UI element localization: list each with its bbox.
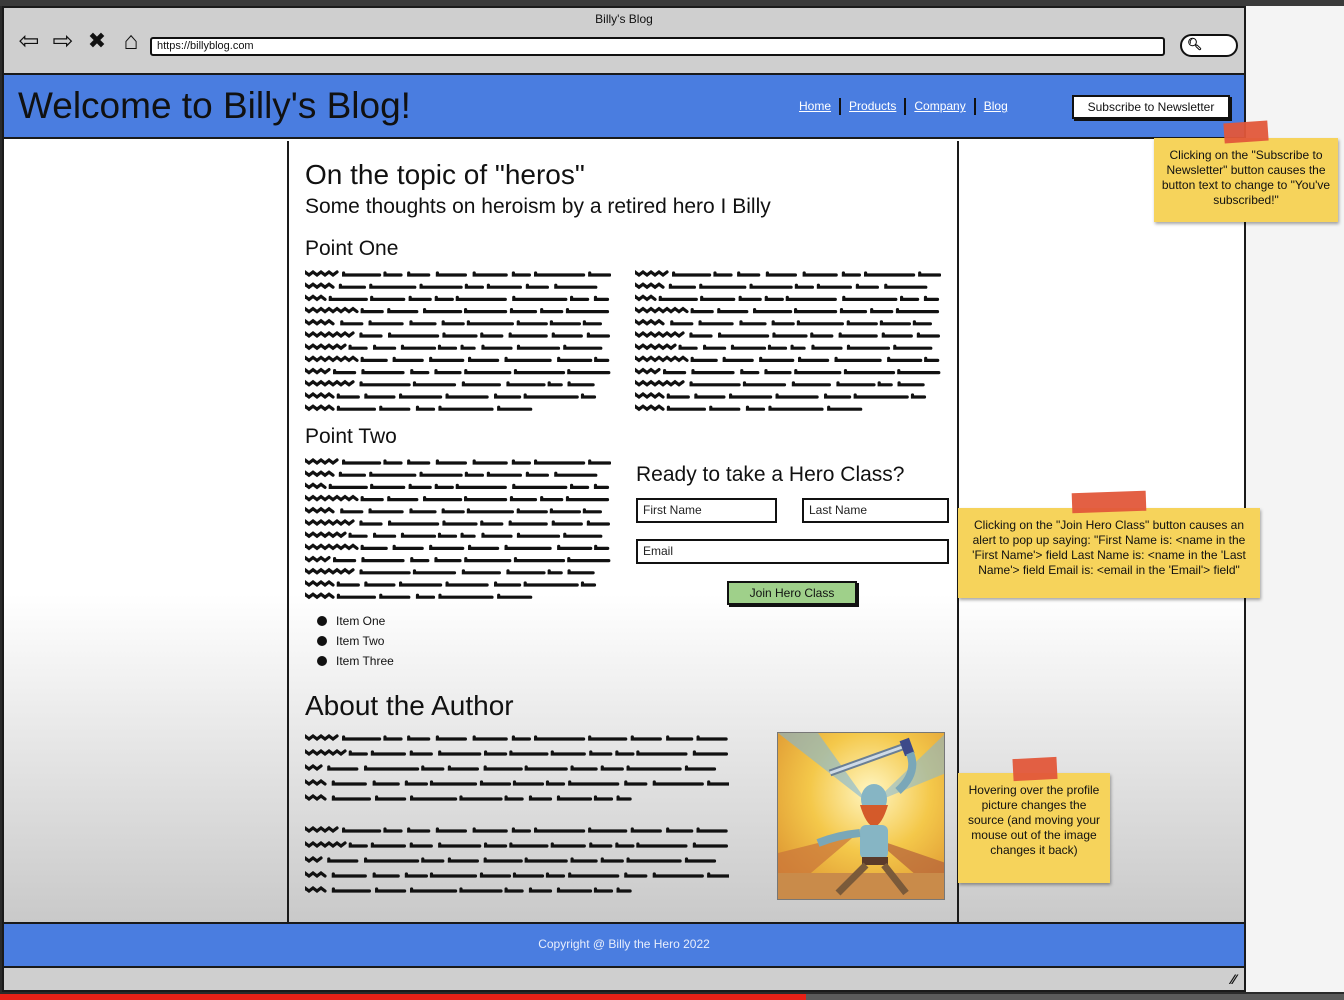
tape-strip xyxy=(1223,120,1269,144)
list-item: Item One xyxy=(317,611,394,631)
browser-chrome: Billy's Blog ⇦ ⇨ ✖ ⌂ https://billyblog.c… xyxy=(4,8,1244,75)
left-column xyxy=(4,141,289,922)
join-hero-class-button[interactable]: Join Hero Class xyxy=(727,581,857,605)
back-arrow-icon[interactable]: ⇦ xyxy=(16,28,42,54)
main-nav: Home Products Company Blog xyxy=(799,98,1016,115)
site-footer: Copyright @ Billy the Hero 2022 xyxy=(4,922,1244,968)
nav-link-products[interactable]: Products xyxy=(841,98,907,115)
sticky-note-subscribe: Clicking on the "Subscribe to Newsletter… xyxy=(1154,138,1338,222)
sticky-note-join: Clicking on the "Join Hero Class" button… xyxy=(958,508,1260,598)
home-icon[interactable]: ⌂ xyxy=(118,28,144,54)
site-title: Welcome to Billy's Blog! xyxy=(18,85,411,126)
browser-nav-icons: ⇦ ⇨ ✖ ⌂ xyxy=(16,28,144,54)
last-name-field[interactable]: Last Name xyxy=(802,498,949,523)
article-title: On the topic of "heros" xyxy=(305,159,585,190)
address-bar[interactable]: https://billyblog.com xyxy=(150,37,1165,56)
about-text-1 xyxy=(305,734,729,801)
video-progress-bar[interactable] xyxy=(0,994,1344,1000)
tape-strip xyxy=(1012,756,1058,782)
list-item-label: Item One xyxy=(336,614,386,628)
list-item-label: Item Two xyxy=(336,634,385,648)
author-profile-picture[interactable] xyxy=(777,732,945,900)
subscribe-button[interactable]: Subscribe to Newsletter xyxy=(1072,95,1230,119)
hero-illustration xyxy=(778,733,944,899)
point-one-text-left xyxy=(305,270,611,412)
search-icon: 🔍︎ xyxy=(1187,37,1203,51)
point-one-heading: Point One xyxy=(305,237,399,260)
nav-link-company[interactable]: Company xyxy=(906,98,976,115)
point-one-text-right xyxy=(635,270,941,412)
article-subtitle: Some thoughts on heroism by a retired he… xyxy=(305,195,771,218)
list-item-label: Item Three xyxy=(336,654,394,668)
search-box[interactable]: 🔍︎ xyxy=(1180,34,1238,57)
point-two-text xyxy=(305,458,611,600)
list-item: Item Two xyxy=(317,631,394,651)
close-icon[interactable]: ✖ xyxy=(84,28,110,54)
hero-class-form-title: Ready to take a Hero Class? xyxy=(636,463,905,486)
about-author-heading: About the Author xyxy=(305,690,514,721)
copyright-text: Copyright @ Billy the Hero 2022 xyxy=(538,937,710,951)
bullet-list: Item One Item Two Item Three xyxy=(317,611,394,671)
point-two-heading: Point Two xyxy=(305,425,397,448)
window-title: Billy's Blog xyxy=(595,12,653,26)
list-item: Item Three xyxy=(317,651,394,671)
video-progress-fill xyxy=(0,994,807,1000)
tape-strip xyxy=(1071,490,1147,514)
about-text-2 xyxy=(305,826,729,893)
bullet-icon xyxy=(317,636,327,646)
nav-link-blog[interactable]: Blog xyxy=(976,98,1016,115)
site-header: Welcome to Billy's Blog! Home Products C… xyxy=(4,75,1244,139)
resize-handle-icon[interactable]: ⁄⁄ xyxy=(1231,971,1236,987)
bullet-icon xyxy=(317,656,327,666)
first-name-field[interactable]: First Name xyxy=(636,498,777,523)
main-content: On the topic of "heros" Some thoughts on… xyxy=(291,141,957,922)
email-field[interactable]: Email xyxy=(636,539,949,564)
sticky-note-profile: Hovering over the profile picture change… xyxy=(958,773,1110,883)
nav-link-home[interactable]: Home xyxy=(799,98,842,115)
bullet-icon xyxy=(317,616,327,626)
browser-status-bar: ⁄⁄ xyxy=(4,968,1244,990)
forward-arrow-icon[interactable]: ⇨ xyxy=(50,28,76,54)
